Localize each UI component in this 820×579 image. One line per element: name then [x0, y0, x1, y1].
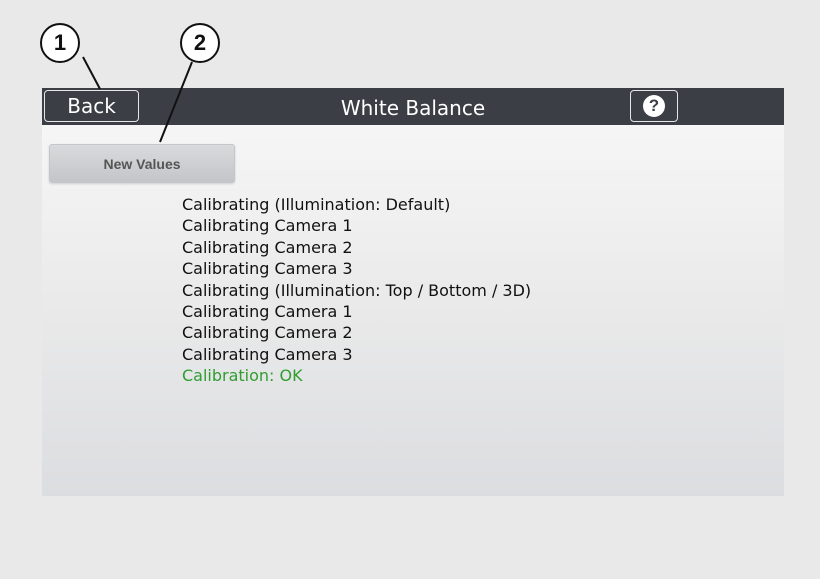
log-line: Calibrating (Illumination: Top / Bottom … [182, 280, 532, 300]
new-values-button[interactable]: New Values [49, 144, 235, 183]
log-line: Calibrating Camera 3 [182, 259, 353, 279]
help-icon: ? [643, 95, 665, 117]
log-line: Calibrating Camera 1 [182, 302, 353, 322]
help-button[interactable]: ? [630, 90, 678, 122]
log-line: Calibrating (Illumination: Default) [182, 195, 451, 214]
log-line: Calibrating Camera 3 [182, 344, 353, 364]
callout-1: 1 [40, 23, 80, 63]
log-line: Calibrating Camera 2 [182, 237, 353, 257]
calibration-status: Calibration: OK [182, 366, 303, 386]
title-bar: White Balance Back ? [42, 88, 784, 125]
log-line: Calibrating Camera 1 [182, 216, 353, 236]
white-balance-screen: White Balance Back ? New Values Calibrat… [42, 88, 784, 496]
back-button[interactable]: Back [44, 90, 139, 122]
log-line: Calibrating Camera 2 [182, 323, 353, 343]
callout-2: 2 [180, 23, 220, 63]
calibration-log: Calibrating (Illumination: Default) Cali… [182, 194, 531, 387]
